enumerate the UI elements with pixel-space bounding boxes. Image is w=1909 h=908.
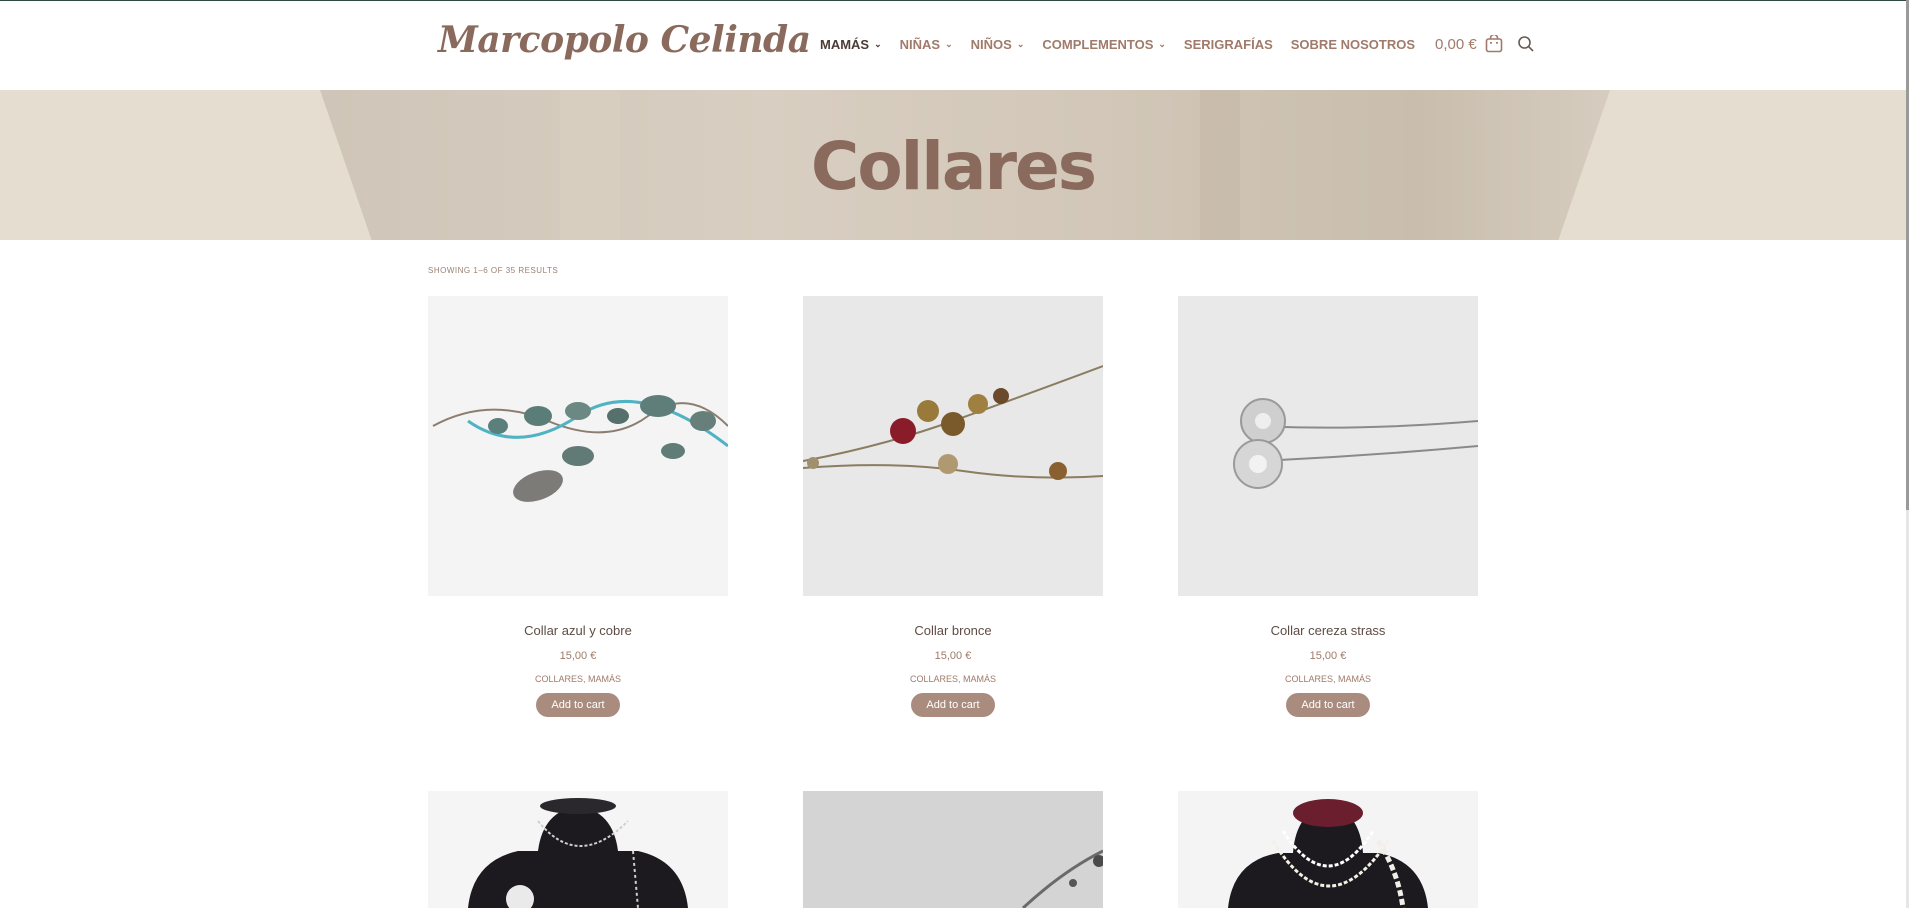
chevron-down-icon: ⌄ — [1016, 38, 1025, 49]
nav-item-ninas[interactable]: NIÑAS ⌄ — [900, 37, 953, 52]
product-image[interactable] — [803, 791, 1103, 908]
page-title: Collares — [810, 128, 1097, 205]
chevron-down-icon: ⌄ — [945, 38, 953, 49]
product-price: 15,00 € — [934, 650, 972, 662]
category-link[interactable]: MAMÁS — [963, 674, 996, 684]
nav-item-label: COMPLEMENTOS — [1042, 36, 1154, 52]
search-icon[interactable] — [1517, 35, 1535, 53]
nav-item-label: NIÑOS — [970, 36, 1012, 52]
nav-item-ninos[interactable]: NIÑOS ⌄ — [971, 37, 1025, 52]
nav-item-label: NIÑAS — [899, 36, 941, 52]
product-card: Collar cereza strass 15,00 € COLLARES, M… — [1178, 296, 1479, 717]
product-card: Collar bronce 15,00 € COLLARES, MAMÁS Ad… — [802, 296, 1104, 717]
add-to-cart-button[interactable]: Add to cart — [1286, 693, 1370, 717]
product-image[interactable] — [1178, 296, 1479, 596]
category-link[interactable]: COLLARES — [535, 674, 583, 684]
site-header: Marcopolo Celinda MAMÁS ⌄ NIÑAS ⌄ NIÑOS … — [0, 1, 1906, 90]
nav-item-sobre-nosotros[interactable]: SOBRE NOSOTROS — [1291, 37, 1415, 52]
page-hero: Collares — [0, 90, 1906, 240]
site-logo[interactable]: Marcopolo Celinda — [438, 19, 811, 61]
product-title[interactable]: Collar azul y cobre — [428, 623, 728, 638]
add-to-cart-button[interactable]: Add to cart — [536, 693, 620, 717]
main-nav: MAMÁS ⌄ NIÑAS ⌄ NIÑOS ⌄ COMPLEMENTOS ⌄ S… — [820, 35, 1535, 53]
product-title[interactable]: Collar cereza strass — [1178, 623, 1478, 638]
chevron-down-icon: ⌄ — [874, 38, 882, 49]
shopping-bag-icon — [1485, 35, 1503, 53]
nav-item-label: MAMÁS — [820, 36, 870, 52]
product-image[interactable] — [1178, 791, 1478, 908]
cart-total: 0,00 € — [1435, 35, 1477, 53]
chevron-down-icon: ⌄ — [1158, 38, 1166, 49]
category-link[interactable]: MAMÁS — [1338, 674, 1371, 684]
nav-item-label: SOBRE NOSOTROS — [1290, 36, 1416, 52]
product-categories: COLLARES, MAMÁS — [534, 674, 622, 684]
product-image[interactable] — [428, 791, 728, 908]
category-link[interactable]: MAMÁS — [588, 674, 621, 684]
product-image[interactable] — [428, 296, 729, 596]
results-count: SHOWING 1–6 OF 35 RESULTS — [428, 266, 559, 275]
category-link[interactable]: COLLARES — [910, 674, 958, 684]
product-card: Collar azul y cobre 15,00 € COLLARES, MA… — [428, 296, 729, 717]
product-image[interactable] — [802, 296, 1104, 596]
product-categories: COLLARES, MAMÁS — [1284, 674, 1372, 684]
nav-item-complementos[interactable]: COMPLEMENTOS ⌄ — [1042, 37, 1166, 52]
product-title[interactable]: Collar bronce — [803, 623, 1103, 638]
category-link[interactable]: COLLARES — [1285, 674, 1333, 684]
cart-button[interactable]: 0,00 € — [1435, 35, 1503, 53]
product-price: 15,00 € — [559, 650, 597, 662]
add-to-cart-button[interactable]: Add to cart — [911, 693, 995, 717]
product-price: 15,00 € — [1309, 650, 1347, 662]
nav-item-label: SERIGRAFÍAS — [1183, 36, 1273, 52]
nav-item-mamas[interactable]: MAMÁS ⌄ — [820, 37, 882, 52]
nav-item-serigrafias[interactable]: SERIGRAFÍAS — [1184, 37, 1273, 52]
product-categories: COLLARES, MAMÁS — [909, 674, 997, 684]
